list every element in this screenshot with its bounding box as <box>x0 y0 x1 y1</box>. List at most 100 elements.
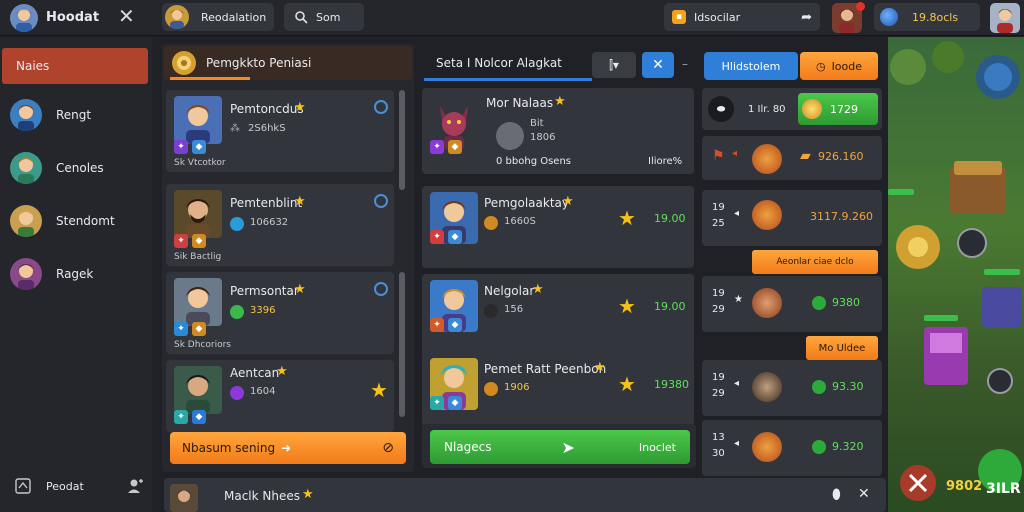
hero-name: Pemtoncdus <box>230 102 304 116</box>
star-icon: ★ <box>594 360 606 375</box>
filter-icon: ⫿▾ <box>609 57 619 72</box>
collapse-icon[interactable]: – <box>682 57 688 71</box>
list-item[interactable]: ✦ ◆ Pemet Ratt Peenbon ★ 1906 ★ 19380 <box>422 352 694 426</box>
sidebar-item-cenoles[interactable]: Cenoles <box>10 148 148 188</box>
coin-icon <box>802 99 822 119</box>
reward-row[interactable]: ⚑ ◂ ▰ 926.160 <box>702 136 882 180</box>
close-icon[interactable]: ✕ <box>118 6 135 26</box>
currency-display[interactable]: 19.8ocls <box>874 3 980 31</box>
star-icon: ★ <box>562 194 574 209</box>
hero-stat: 3396 <box>250 305 276 316</box>
hero-card[interactable]: ✦ ◆ Permsontar ★ 3396 Sk Dhcoriors <box>166 272 394 354</box>
favorite-star-icon[interactable]: ★ <box>618 206 636 230</box>
select-radio[interactable] <box>374 282 388 296</box>
app-avatar-icon[interactable] <box>10 4 38 32</box>
sidebar-footer[interactable]: Peodat <box>14 475 144 497</box>
favorite-star-icon[interactable]: ★ <box>370 378 388 402</box>
game-view[interactable]: 9802 3ILR <box>888 37 1024 512</box>
scrollbar[interactable] <box>399 90 405 190</box>
sidebar-item-rengt[interactable]: Rengt <box>10 95 148 135</box>
search-field[interactable]: Som <box>284 3 364 31</box>
info-icon[interactable]: ⬮ <box>832 487 841 503</box>
row-bottom-number: 30 <box>712 448 725 459</box>
select-radio[interactable] <box>374 194 388 208</box>
app-name: Hoodat <box>46 10 100 25</box>
row-bottom-number: 29 <box>712 388 725 399</box>
featured-card[interactable]: ✦ ◆ Mor Nalaas ★ Bit 1806 0 bbohg Osens … <box>422 88 694 174</box>
reward-row[interactable]: 19 25 ◂ 3117.9.260 <box>702 190 882 246</box>
element-badge-icon: ◆ <box>192 140 206 154</box>
sidebar: Naies Rengt Cenoles Stendomt Ragek Peoda… <box>0 37 152 512</box>
game-label-1: 9802 <box>946 479 983 494</box>
hero-card[interactable]: ✦ ◆ Aentcan ★ 1604 ★ <box>166 360 394 432</box>
element-badge-icon: ◆ <box>448 396 462 410</box>
green-coin-icon <box>812 380 826 394</box>
stat-icon <box>230 217 244 231</box>
banner-button[interactable]: Aeonlar ciae dclo <box>752 250 878 274</box>
reward-creature-icon <box>752 200 782 230</box>
row-bottom-number: 29 <box>712 304 725 315</box>
notice-bar[interactable]: ▪ Idsocilar ➦ <box>664 3 820 31</box>
class-badge-icon: ✦ <box>430 140 444 154</box>
profile-switcher[interactable]: Reodalation <box>162 3 274 31</box>
banner-button[interactable]: Mo Uldee <box>806 336 878 360</box>
balance-left: 1 Ilr. 80 <box>748 103 786 115</box>
close-filter-button[interactable]: ✕ <box>642 52 674 78</box>
hero-card[interactable]: ✦ ◆ Pemtenblint ★ 106632 Sik Bactlig <box>166 184 394 266</box>
user-avatar-icon[interactable] <box>990 3 1020 33</box>
favorite-star-icon[interactable]: ★ <box>618 372 636 396</box>
sidebar-item-ragek[interactable]: Ragek <box>10 254 148 294</box>
class-badge-icon: ✦ <box>430 396 444 410</box>
balance-value-box[interactable]: 1729 <box>798 93 878 125</box>
star-icon: ★ <box>302 487 314 502</box>
reward-row[interactable]: 19 29 ★ 9380 <box>702 276 882 332</box>
row-top-number: 19 <box>712 202 725 213</box>
sidebar-item-active[interactable]: Naies <box>2 48 148 84</box>
tab-secondary[interactable]: ◷ Ioode <box>800 52 878 80</box>
row-stat: 1906 <box>504 382 530 393</box>
sidebar-item-stendomt[interactable]: Stendomt <box>10 201 148 241</box>
bottom-card[interactable]: Maclk Nhees ★ ⬮ ✕ <box>164 478 886 512</box>
tools-icon[interactable]: ✕ <box>858 486 870 502</box>
favorite-star-icon[interactable]: ★ <box>618 294 636 318</box>
left-panel-header: Pemgkkto Peniasi <box>164 46 412 80</box>
list-item[interactable]: ✦ ◆ Pemgolaaktay ★ 1660S ★ 19.00 <box>422 186 694 268</box>
list-item[interactable]: ✦ ◆ Nelgolar ★ 156 ★ 19.00 <box>422 274 694 356</box>
button-right-label: Inoclet <box>638 440 676 454</box>
hero-name: Permsontar <box>230 284 299 298</box>
filter-dropdown[interactable]: ⫿▾ <box>592 52 636 78</box>
hero-portrait-icon <box>174 96 222 144</box>
reward-row[interactable]: 19 29 ◂ 93.30 <box>702 360 882 416</box>
element-badge-icon: ◆ <box>448 230 462 244</box>
button-label: Nlagecs <box>444 440 492 454</box>
left-panel-title: Pemgkkto Peniasi <box>206 56 312 70</box>
scrollbar[interactable] <box>399 272 405 417</box>
clock-icon: ◷ <box>815 59 826 73</box>
hero-card[interactable]: ✦ ◆ Pemtoncdus ★ ⁂ 2S6hkS Sk Vtcotkor <box>166 90 394 172</box>
toggle-icon[interactable]: ⬬ <box>708 96 734 122</box>
user-add-icon[interactable] <box>126 477 144 495</box>
stendomt-avatar-icon <box>10 205 42 237</box>
star-icon: ★ <box>294 194 306 209</box>
element-badge-icon: ◆ <box>192 410 206 424</box>
sidebar-item-label: Ragek <box>56 267 94 281</box>
green-coin-icon <box>812 440 826 454</box>
star-icon: ★ <box>276 364 288 379</box>
tab-primary[interactable]: Hlidstolem <box>704 52 798 80</box>
stat-icon <box>230 386 244 400</box>
select-radio[interactable] <box>374 100 388 114</box>
nbasum-sening-button[interactable]: Nbasum sening ➜ ⊘ <box>170 432 406 464</box>
featured-sub: Bit <box>530 118 544 129</box>
class-badge-icon: ✦ <box>430 318 444 332</box>
header-emblem-icon <box>172 51 196 75</box>
share-icon[interactable]: ➦ <box>801 10 812 25</box>
star-icon: ★ <box>554 94 566 109</box>
nlagecs-button[interactable]: Nlagecs ➤ Inoclet <box>430 430 690 464</box>
arrow-icon: ➜ <box>281 441 292 455</box>
hero-name: Pemtenblint <box>230 196 303 210</box>
class-badge-icon: ✦ <box>174 410 188 424</box>
reward-row[interactable]: 13 30 ◂ 9.320 <box>702 420 882 476</box>
pointer-icon: ◂ <box>734 378 740 389</box>
star-icon: ★ <box>532 282 544 297</box>
reward-value: 3117.9.260 <box>810 210 873 223</box>
